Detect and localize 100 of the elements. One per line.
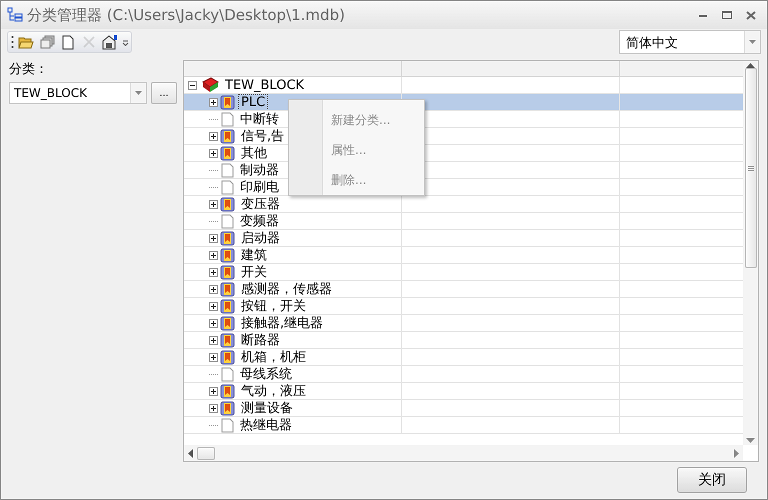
- tree-row[interactable]: 热继电器: [184, 417, 743, 434]
- scrollbar-thumb[interactable]: [197, 446, 215, 460]
- maximize-icon: [722, 11, 732, 19]
- tree-item-label: TEW_BLOCK: [224, 78, 306, 92]
- tree-item-label: 母线系统: [239, 366, 293, 382]
- close-icon: [83, 36, 95, 48]
- category-dropdown[interactable]: TEW_BLOCK: [9, 82, 147, 104]
- plus-icon: [210, 336, 217, 344]
- expander-button[interactable]: [209, 98, 218, 106]
- expander-button[interactable]: [188, 80, 197, 90]
- browse-button[interactable]: ...: [151, 82, 177, 104]
- tree-item-label: 其他: [240, 145, 268, 161]
- bookmark-book-icon: [220, 384, 235, 398]
- bookmark-book-icon: [220, 94, 235, 110]
- expander-button[interactable]: [209, 386, 218, 396]
- scrollbar-thumb[interactable]: [744, 68, 756, 268]
- bookmark-book-icon: [220, 332, 235, 348]
- tree-item-label: 制动器: [239, 162, 280, 178]
- tree-row[interactable]: 开关: [184, 264, 743, 281]
- tree-item-label: 变压器: [240, 196, 281, 212]
- app-icon: [7, 7, 23, 23]
- expander-button[interactable]: [209, 302, 218, 310]
- open-folder-icon: [18, 35, 34, 49]
- gripper-icon: [11, 35, 14, 49]
- tree-row[interactable]: 启动器: [184, 230, 743, 247]
- caret-icon: [135, 91, 142, 95]
- bookmark-book-icon: [220, 230, 235, 246]
- plus-icon: [210, 132, 217, 140]
- tree-item-label: 建筑: [240, 247, 268, 263]
- expander-button[interactable]: [209, 234, 218, 242]
- plus-icon: [210, 404, 217, 412]
- grip-icon: [748, 166, 754, 170]
- expander-button[interactable]: [209, 336, 218, 344]
- expander-button[interactable]: [209, 318, 218, 328]
- tree-item-label: 变频器: [239, 213, 280, 229]
- tree-row[interactable]: TEW_BLOCK: [184, 77, 743, 94]
- minimize-icon: [699, 13, 707, 17]
- plus-icon: [210, 320, 217, 326]
- bookmark-book-icon: [220, 196, 235, 212]
- plus-icon: [210, 354, 217, 360]
- plus-icon: [210, 286, 217, 292]
- tree-row[interactable]: 按钮，开关: [184, 298, 743, 315]
- toolbar-button[interactable]: [101, 33, 119, 51]
- tree-row[interactable]: 建筑: [184, 247, 743, 264]
- window-title: 分类管理器 (C:\Users\Jacky\Desktop\1.mdb): [27, 6, 346, 24]
- tree-item-label: 感测器，传感器: [240, 281, 333, 297]
- document-icon: [221, 214, 234, 228]
- plus-icon: [210, 200, 217, 208]
- tree-item-label: 气动，液压: [240, 383, 307, 399]
- plus-icon: [210, 302, 217, 310]
- scroll-down-icon[interactable]: [746, 438, 755, 443]
- bookmark-book-icon: [220, 400, 235, 416]
- expander-button[interactable]: [209, 148, 218, 158]
- page-icon: [62, 34, 74, 50]
- document-icon: [221, 112, 234, 126]
- document-icon: [221, 366, 234, 382]
- expander-button[interactable]: [209, 284, 218, 294]
- tree-row[interactable]: 感测器，传感器: [184, 281, 743, 298]
- expander-button[interactable]: [209, 352, 218, 362]
- document-icon: [221, 418, 234, 432]
- plus-icon: [210, 388, 217, 394]
- document-icon: [221, 162, 234, 178]
- tree-item-label: 信号,告: [240, 128, 286, 144]
- tree-row[interactable]: 接触器,继电器: [184, 315, 743, 332]
- close-dialog-button[interactable]: 关闭: [677, 467, 747, 493]
- tree-row[interactable]: 气动，液压: [184, 383, 743, 400]
- tree-item-label: 接触器,继电器: [240, 315, 324, 331]
- expander-button[interactable]: [209, 268, 218, 276]
- bookmark-book-icon: [220, 146, 235, 160]
- expander-button[interactable]: [209, 200, 218, 208]
- tree-row[interactable]: 断路器: [184, 332, 743, 349]
- document-icon: [221, 180, 234, 194]
- tree-row[interactable]: 变频器: [184, 213, 743, 230]
- copy-icon: [40, 35, 54, 49]
- tree-item-label: 机箱，机柜: [240, 349, 307, 365]
- bookmark-book-icon: [220, 282, 235, 296]
- plus-icon: [210, 98, 217, 106]
- tree-item-label: 开关: [240, 264, 268, 280]
- caret-icon: [749, 40, 756, 44]
- language-dropdown[interactable]: 简体中文: [619, 30, 761, 54]
- bookmark-book-icon: [220, 128, 235, 144]
- expander-button[interactable]: [209, 250, 218, 260]
- tree-item-label: 启动器: [240, 230, 281, 246]
- scroll-left-icon[interactable]: [188, 448, 193, 458]
- expander-button[interactable]: [209, 404, 218, 412]
- overflow-icon[interactable]: [122, 38, 129, 46]
- tree-item-label: 热继电器: [239, 417, 293, 433]
- properties-icon: [102, 34, 118, 50]
- bookmark-book-icon: [220, 350, 235, 364]
- bookmark-book-icon: [220, 298, 235, 314]
- bookmark-book-icon: [220, 248, 235, 262]
- close-icon: [746, 10, 756, 20]
- tree-item-label: 测量设备: [240, 400, 294, 416]
- plus-icon: [210, 234, 217, 242]
- tree-item-label: 按钮，开关: [240, 298, 307, 314]
- plus-icon: [210, 252, 217, 258]
- scroll-right-icon[interactable]: [734, 448, 739, 458]
- tree-item-label: 中断转: [239, 111, 280, 127]
- tree-row[interactable]: 母线系统: [184, 366, 743, 383]
- expander-button[interactable]: [209, 132, 218, 140]
